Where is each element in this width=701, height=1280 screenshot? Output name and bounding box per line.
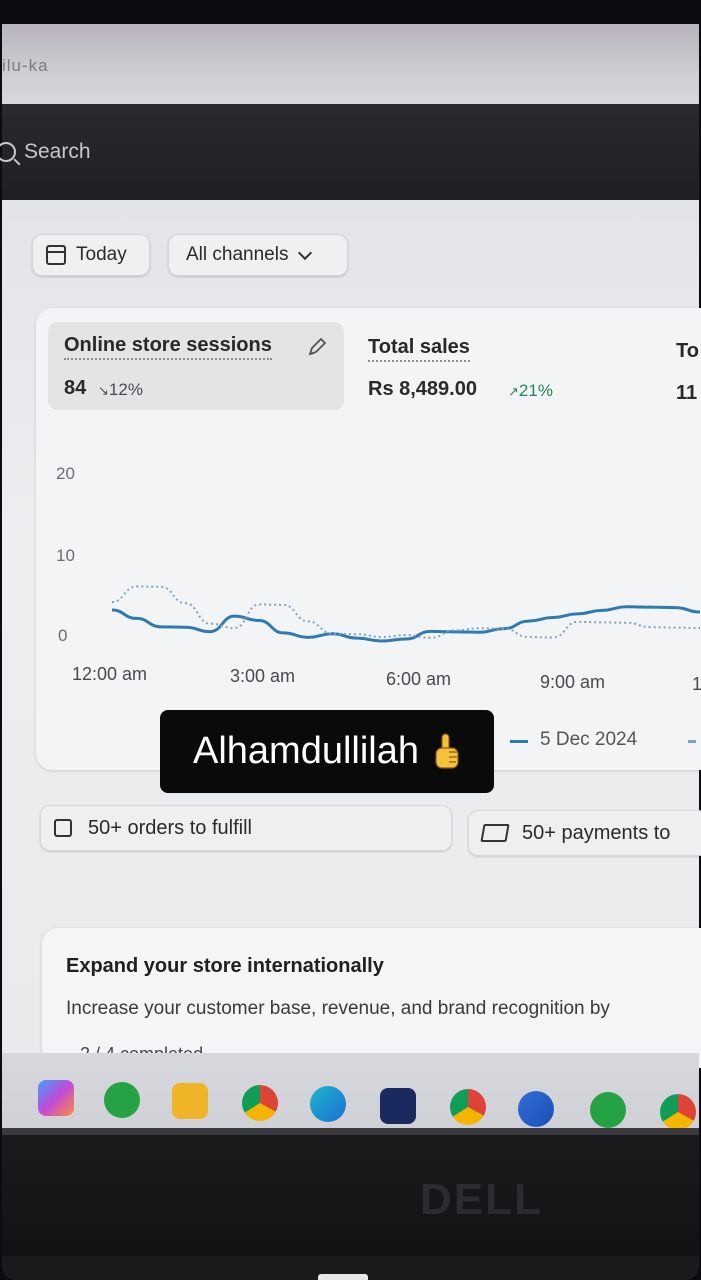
dell-logo: DELL <box>420 1175 543 1224</box>
copilot-icon[interactable] <box>38 1080 74 1116</box>
x-tick-900am: 9:00 am <box>540 672 606 692</box>
expand-card-description: Increase your customer base, revenue, an… <box>66 998 610 1019</box>
x-tick-partial: 1 <box>692 674 701 694</box>
sticker-overlay: Alhamdullilah <box>160 710 494 793</box>
x-tick-300am: 3:00 am <box>230 666 296 686</box>
pointing-up-hand-icon <box>435 732 459 769</box>
file-explorer-icon[interactable] <box>172 1083 208 1119</box>
sticker-text: Alhamdullilah <box>192 730 419 772</box>
whatsapp-icon[interactable] <box>590 1092 626 1128</box>
legend-swatch-dotted <box>688 740 696 743</box>
edge-icon[interactable] <box>310 1086 346 1122</box>
legend-swatch-solid <box>510 740 528 743</box>
chrome-profile-icon[interactable] <box>450 1089 486 1125</box>
box-icon <box>54 819 72 837</box>
laptop-bezel <box>2 1135 699 1256</box>
current-series-line <box>111 605 701 643</box>
payments-button[interactable]: 50+ payments to <box>468 810 701 856</box>
store-icon[interactable] <box>380 1087 416 1124</box>
chrome-icon[interactable] <box>242 1084 278 1121</box>
payments-label: 50+ payments to <box>522 821 671 844</box>
whatsapp-icon[interactable] <box>104 1081 140 1118</box>
orders-to-fulfill-button[interactable]: 50+ orders to fulfill <box>40 805 452 851</box>
home-indicator <box>318 1274 368 1280</box>
orders-to-fulfill-label: 50+ orders to fulfill <box>88 816 252 839</box>
legend-label: 5 Dec 2024 <box>540 729 638 750</box>
x-tick-1200am: 12:00 am <box>72 664 148 684</box>
money-icon <box>480 824 510 842</box>
chrome-canary-icon[interactable] <box>518 1090 554 1127</box>
expand-card-title: Expand your store internationally <box>66 955 384 977</box>
chrome-icon[interactable] <box>660 1093 696 1130</box>
x-tick-600am: 6:00 am <box>386 669 452 689</box>
